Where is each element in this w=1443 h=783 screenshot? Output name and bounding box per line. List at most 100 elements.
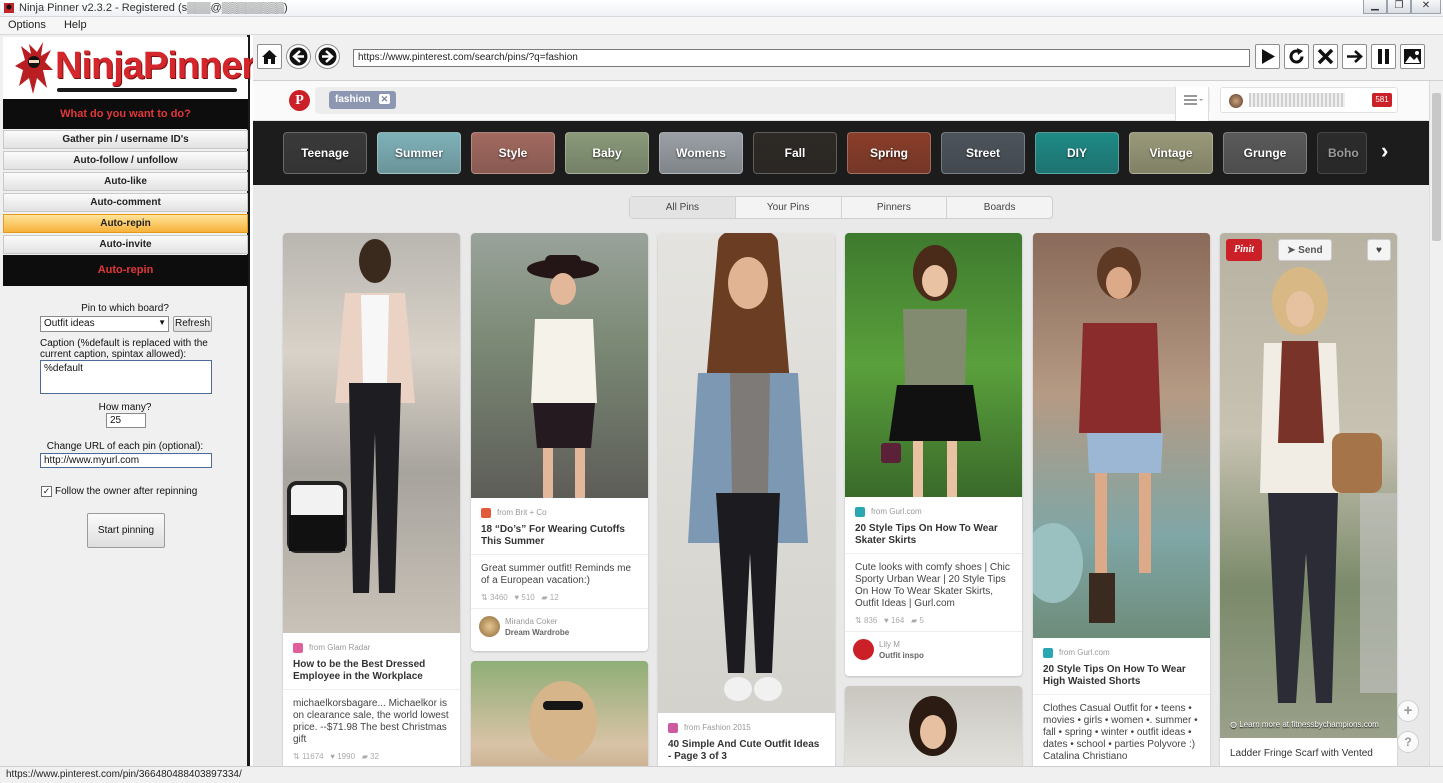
chevron-right-icon[interactable]: › bbox=[1381, 138, 1388, 164]
pin-image[interactable] bbox=[283, 233, 460, 633]
send-button[interactable]: ➤ Send bbox=[1278, 239, 1332, 261]
add-pin-button[interactable]: + bbox=[1397, 700, 1419, 722]
start-pinning-button[interactable]: Start pinning bbox=[87, 513, 165, 548]
pinner-board: Outfit inspo bbox=[879, 651, 924, 660]
action-auto-like[interactable]: Auto-like bbox=[3, 172, 248, 191]
home-icon bbox=[262, 50, 277, 64]
category-summer[interactable]: Summer bbox=[377, 132, 461, 174]
notification-badge[interactable]: 581 bbox=[1372, 93, 1392, 107]
pinterest-header: P fashion ✕ ✕ 581 bbox=[253, 81, 1429, 127]
pin-card[interactable]: from Brit + Co 18 “Do’s” For Wearing Cut… bbox=[471, 233, 648, 651]
category-baby[interactable]: Baby bbox=[565, 132, 649, 174]
pin-title[interactable]: How to be the Best Dressed Employee in t… bbox=[283, 655, 460, 689]
pin-card[interactable]: from Glam Radar How to be the Best Dress… bbox=[283, 233, 460, 766]
category-bar: Teenage Summer Style Baby Womens Fall Spring St… bbox=[253, 121, 1429, 185]
pin-image[interactable] bbox=[845, 686, 1022, 766]
category-vintage[interactable]: Vintage bbox=[1129, 132, 1213, 174]
action-auto-comment[interactable]: Auto-comment bbox=[3, 193, 248, 212]
tab-pinners[interactable]: Pinners bbox=[842, 197, 948, 218]
refresh-boards-button[interactable]: Refresh bbox=[173, 316, 212, 332]
search-filter-tabs: All Pins Your Pins Pinners Boards bbox=[629, 196, 1053, 219]
category-street[interactable]: Street bbox=[941, 132, 1025, 174]
pin-description: michaelkorsbagare... Michaelkor is on cl… bbox=[283, 689, 460, 750]
pin-card[interactable] bbox=[471, 661, 648, 766]
tab-boards[interactable]: Boards bbox=[947, 197, 1052, 218]
category-teenage[interactable]: Teenage bbox=[283, 132, 367, 174]
user-profile-box[interactable]: 581 bbox=[1220, 87, 1398, 113]
chevron-down-icon: ▼ bbox=[158, 318, 166, 327]
category-diy[interactable]: DIY bbox=[1035, 132, 1119, 174]
category-spring[interactable]: Spring bbox=[847, 132, 931, 174]
action-auto-invite[interactable]: Auto-invite bbox=[3, 235, 248, 254]
reload-button[interactable] bbox=[1284, 44, 1309, 69]
board-select[interactable]: Outfit ideas ▼ bbox=[40, 316, 169, 332]
pinner-info[interactable]: Miranda Coker Dream Wardrobe bbox=[471, 608, 648, 644]
pin-image[interactable] bbox=[658, 233, 835, 713]
action-auto-repin[interactable]: Auto-repin bbox=[3, 214, 248, 233]
maximize-button[interactable]: ❐ bbox=[1387, 0, 1411, 14]
scrollbar-thumb[interactable] bbox=[1432, 93, 1441, 241]
window-titlebar: Ninja Pinner v2.3.2 - Registered (s▒▒▒@▒… bbox=[0, 0, 1443, 17]
stop-button[interactable] bbox=[1313, 44, 1338, 69]
pin-it-button[interactable]: Pinit bbox=[1226, 239, 1263, 261]
search-chip[interactable]: fashion ✕ bbox=[329, 91, 397, 109]
board-select-value: Outfit ideas bbox=[44, 318, 95, 329]
home-button[interactable] bbox=[257, 44, 282, 69]
pin-card[interactable]: from Fashion 2015 40 Simple And Cute Out… bbox=[658, 233, 835, 766]
pin-card[interactable]: from Gurl.com 20 Style Tips On How To We… bbox=[845, 233, 1022, 676]
pin-title[interactable]: 20 Style Tips On How To Wear Skater Skir… bbox=[845, 519, 1022, 553]
pause-button[interactable] bbox=[1371, 44, 1396, 69]
pin-card[interactable]: from Gurl.com 20 Style Tips On How To We… bbox=[1033, 233, 1210, 766]
pin-card[interactable] bbox=[845, 686, 1022, 766]
action-auto-follow[interactable]: Auto-follow / unfollow bbox=[3, 151, 248, 170]
category-style[interactable]: Style bbox=[471, 132, 555, 174]
pin-title[interactable]: 40 Simple And Cute Outfit Ideas - Page 3… bbox=[658, 735, 835, 766]
plus-icon: + bbox=[1403, 702, 1413, 719]
action-gather-ids[interactable]: Gather pin / username ID's bbox=[3, 130, 248, 149]
page-scrollbar[interactable] bbox=[1429, 81, 1443, 766]
pin-title[interactable]: 20 Style Tips On How To Wear High Waiste… bbox=[1033, 660, 1210, 694]
menu-help[interactable]: Help bbox=[56, 17, 94, 31]
image-button[interactable] bbox=[1400, 44, 1425, 69]
remove-chip-icon[interactable]: ✕ bbox=[378, 94, 391, 104]
menu-bar: Options Help bbox=[0, 17, 1443, 35]
caption-textarea[interactable]: %default bbox=[40, 360, 212, 394]
outfit-photo bbox=[287, 239, 415, 593]
ninja-mascot-icon bbox=[15, 42, 53, 94]
pinner-info[interactable]: Lily M Outfit inspo bbox=[845, 631, 1022, 667]
count-input[interactable]: 25 bbox=[106, 413, 146, 428]
pin-title[interactable]: 18 “Do’s” For Wearing Cutoffs This Summe… bbox=[471, 520, 648, 554]
tab-all-pins[interactable]: All Pins bbox=[630, 197, 736, 218]
pin-image[interactable]: Pinit ➤ Send ♥ ◍ Learn more at fitnessby… bbox=[1220, 233, 1397, 738]
pin-title[interactable]: Ladder Fringe Scarf with Vented bbox=[1220, 738, 1397, 766]
pin-image[interactable] bbox=[845, 233, 1022, 497]
category-grunge[interactable]: Grunge bbox=[1223, 132, 1307, 174]
image-source-note[interactable]: ◍ Learn more at fitnessbychampions.com bbox=[1230, 720, 1379, 729]
window-title: Ninja Pinner v2.3.2 - Registered (s▒▒▒@▒… bbox=[19, 2, 288, 14]
pin-card[interactable]: Pinit ➤ Send ♥ ◍ Learn more at fitnessby… bbox=[1220, 233, 1397, 766]
close-window-button[interactable]: ✕ bbox=[1411, 0, 1441, 14]
pinterest-search-box[interactable]: fashion ✕ ✕ bbox=[315, 87, 1231, 114]
address-bar[interactable]: https://www.pinterest.com/search/pins/?q… bbox=[353, 49, 1250, 67]
back-button[interactable] bbox=[286, 44, 311, 69]
category-fall[interactable]: Fall bbox=[753, 132, 837, 174]
go-button[interactable] bbox=[1255, 44, 1280, 69]
tab-your-pins[interactable]: Your Pins bbox=[736, 197, 842, 218]
next-button[interactable] bbox=[1342, 44, 1367, 69]
url-input[interactable]: http://www.myurl.com bbox=[40, 453, 212, 468]
logo-text: NinjaPinner bbox=[55, 45, 256, 87]
follow-owner-checkbox[interactable]: ✓ bbox=[41, 486, 52, 497]
pinterest-logo-icon[interactable]: P bbox=[289, 90, 310, 111]
pin-image[interactable] bbox=[471, 233, 648, 498]
category-womens[interactable]: Womens bbox=[659, 132, 743, 174]
menu-options[interactable]: Options bbox=[0, 17, 53, 31]
minimize-button[interactable]: ▁ bbox=[1363, 0, 1387, 14]
like-button[interactable]: ♥ bbox=[1367, 239, 1391, 261]
help-button[interactable]: ? bbox=[1397, 731, 1419, 753]
pin-image[interactable] bbox=[1033, 233, 1210, 638]
what-to-do-heading: What do you want to do? bbox=[3, 99, 248, 129]
pin-stats: ⇅ 11674 ♥ 1990 ▰ 32 bbox=[293, 752, 379, 761]
category-boho[interactable]: Boho bbox=[1317, 132, 1367, 174]
forward-button[interactable] bbox=[315, 44, 340, 69]
pin-image[interactable] bbox=[471, 661, 648, 766]
